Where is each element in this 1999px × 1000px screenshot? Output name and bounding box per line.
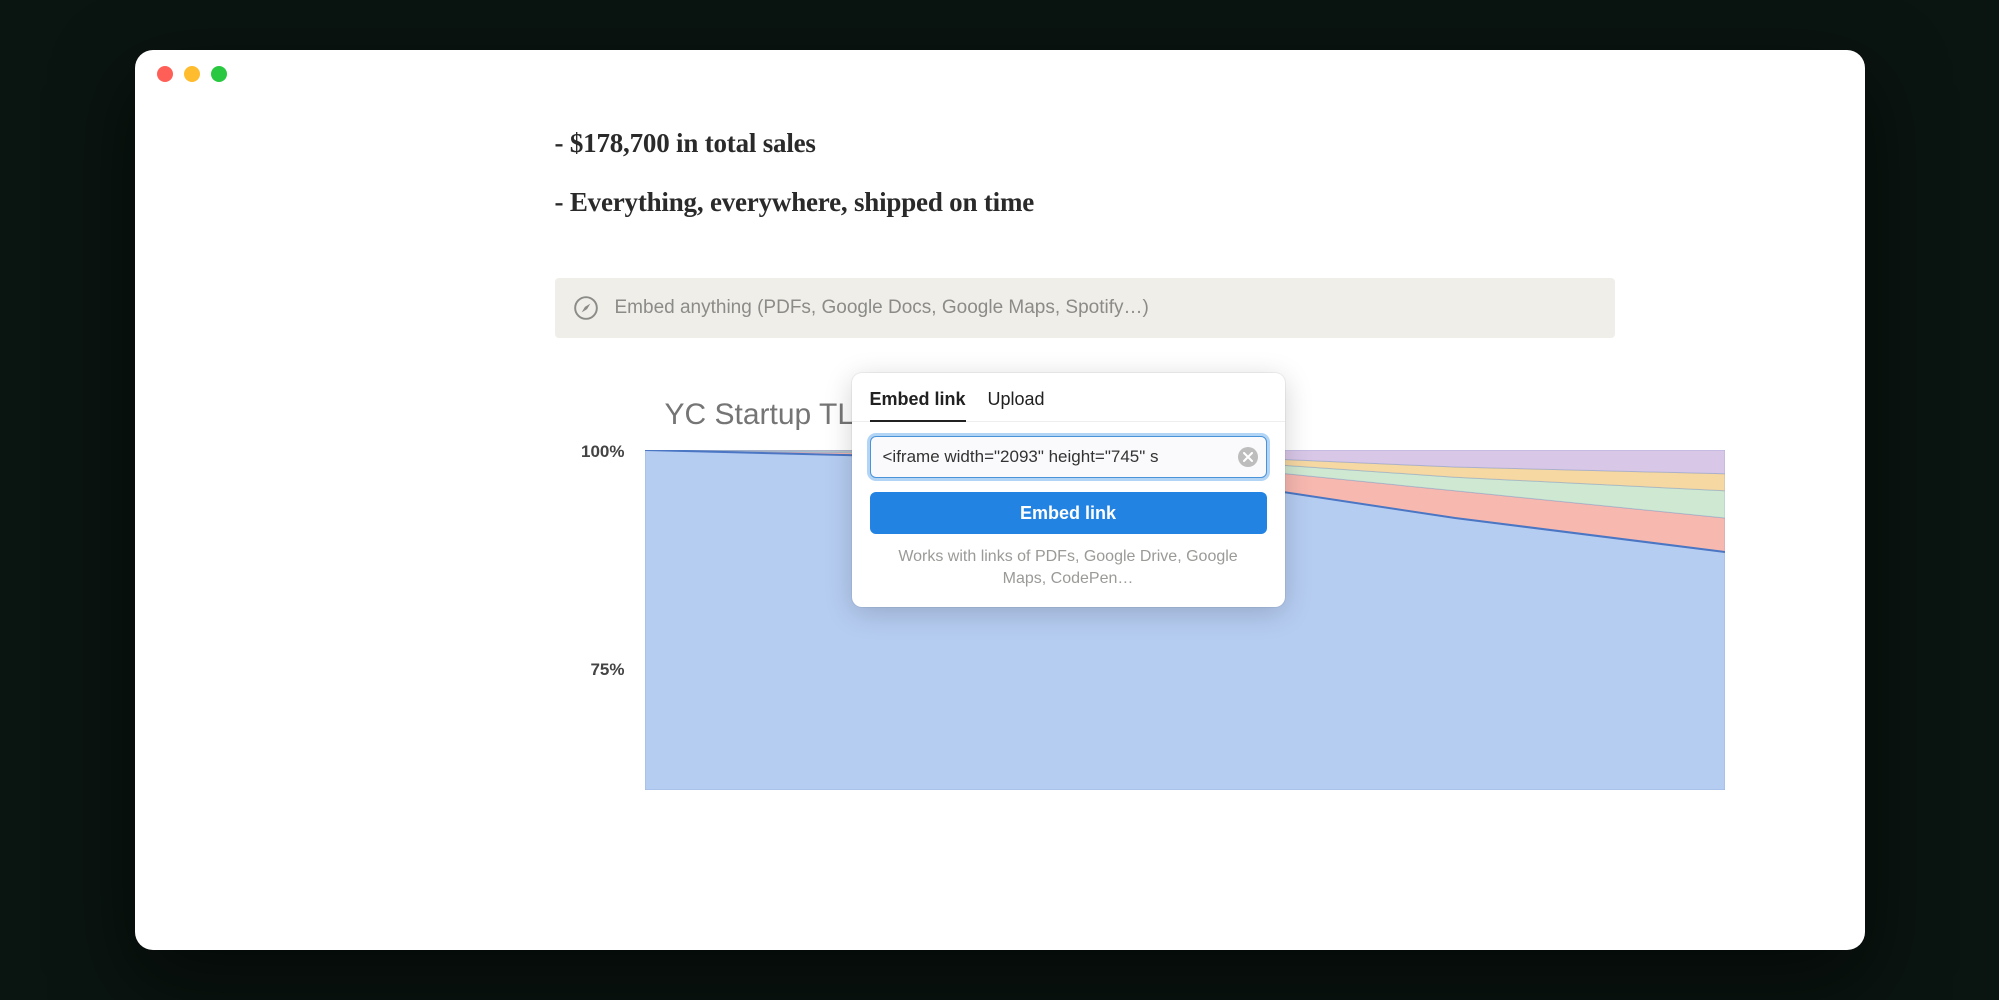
embed-url-input[interactable] [870, 436, 1267, 478]
compass-icon [573, 295, 599, 321]
titlebar [135, 50, 1865, 98]
embed-placeholder-text: Embed anything (PDFs, Google Docs, Googl… [615, 297, 1149, 319]
maximize-window-button[interactable] [211, 66, 227, 82]
embed-block-placeholder[interactable]: Embed anything (PDFs, Google Docs, Googl… [555, 278, 1615, 338]
minimize-window-button[interactable] [184, 66, 200, 82]
tab-embed-link[interactable]: Embed link [870, 385, 966, 422]
y-tick-100: 100% [555, 442, 625, 462]
embed-helper-text: Works with links of PDFs, Google Drive, … [876, 546, 1261, 591]
popover-tabs: Embed link Upload [852, 385, 1285, 422]
embed-popover: Embed link Upload Embed link Works with … [852, 373, 1285, 607]
close-window-button[interactable] [157, 66, 173, 82]
bullet-shipping: - Everything, everywhere, shipped on tim… [555, 187, 1865, 218]
app-window: - $178,700 in total sales - Everything, … [135, 50, 1865, 950]
bullet-sales: - $178,700 in total sales [555, 128, 1865, 159]
embed-link-button[interactable]: Embed link [870, 492, 1267, 534]
tab-upload[interactable]: Upload [988, 385, 1045, 422]
y-tick-75: 75% [555, 660, 625, 680]
clear-input-button[interactable] [1238, 447, 1258, 467]
document-content: - $178,700 in total sales - Everything, … [135, 98, 1865, 338]
